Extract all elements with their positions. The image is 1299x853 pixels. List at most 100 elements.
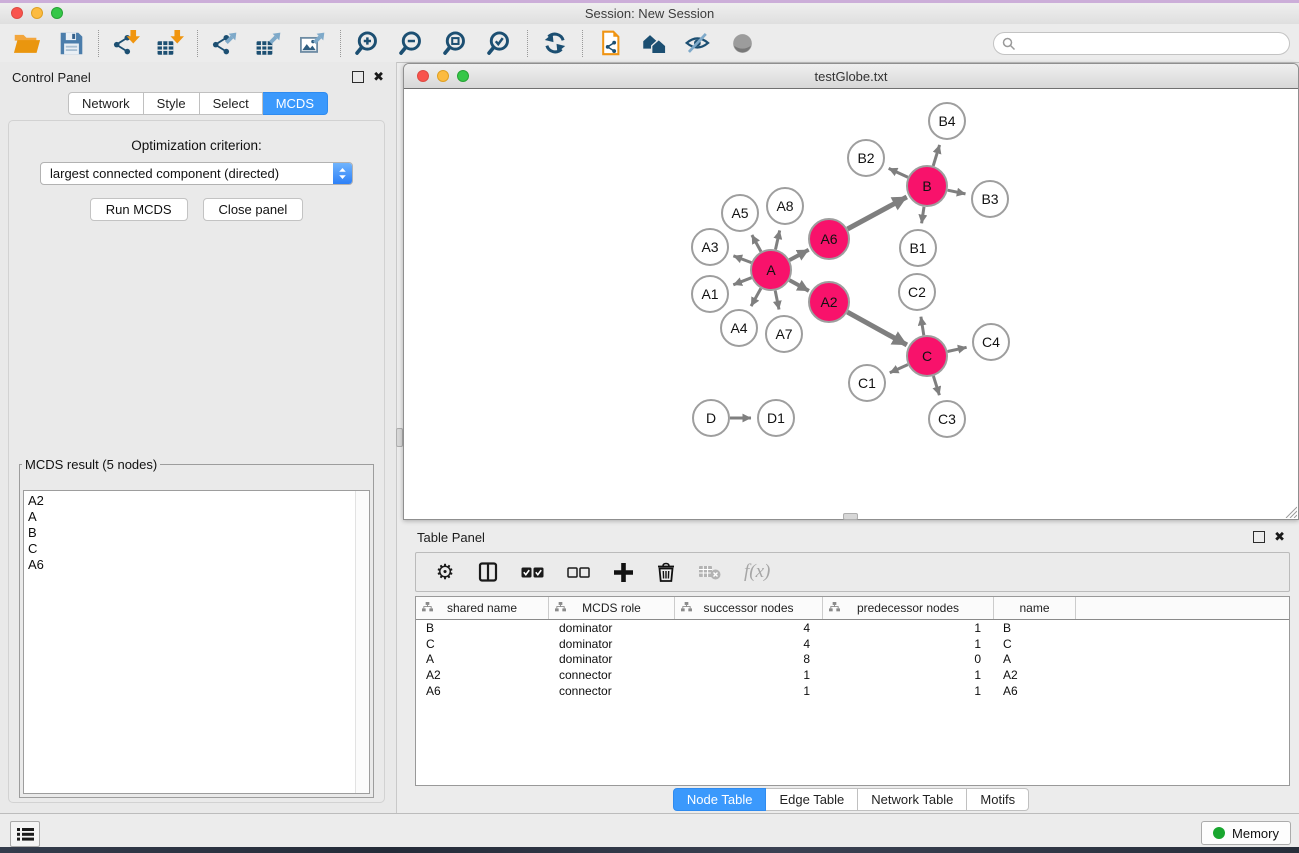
list-scrollbar-track[interactable] (355, 491, 369, 793)
tab-mcds[interactable]: MCDS (263, 92, 328, 115)
graph-node-B3[interactable]: B3 (972, 181, 1008, 217)
graph-node-C[interactable]: C (907, 336, 947, 376)
table-row[interactable]: Bdominator41B (416, 620, 1289, 636)
zoom-out-icon[interactable] (396, 27, 428, 59)
graph-node-C1[interactable]: C1 (849, 365, 885, 401)
graph-edge-A-A5[interactable] (752, 235, 761, 252)
show-all-eye-icon[interactable] (726, 27, 758, 59)
graph-node-A6[interactable]: A6 (809, 219, 849, 259)
export-table-icon[interactable] (253, 27, 285, 59)
run-mcds-button[interactable]: Run MCDS (90, 198, 188, 221)
graph-edge-A-A1[interactable] (733, 278, 751, 285)
column-header-successor-nodes[interactable]: successor nodes (675, 597, 823, 619)
horizontal-splitter-handle[interactable] (843, 513, 858, 520)
tab-select[interactable]: Select (200, 92, 263, 115)
clone-network-icon[interactable] (594, 27, 626, 59)
graph-node-C2[interactable]: C2 (899, 274, 935, 310)
graph-node-B[interactable]: B (907, 166, 947, 206)
zoom-fit-icon[interactable] (440, 27, 472, 59)
optimization-criterion-select[interactable]: largest connected component (directed) (40, 162, 353, 185)
save-session-icon[interactable] (55, 27, 87, 59)
refresh-view-icon[interactable] (539, 27, 571, 59)
mcds-result-item[interactable]: B (28, 525, 351, 541)
graph-edge-B-B1[interactable] (922, 207, 924, 224)
column-header-MCDS-role[interactable]: MCDS role (549, 597, 675, 619)
mcds-result-item[interactable]: A6 (28, 557, 351, 573)
table-row[interactable]: Adominator80A (416, 651, 1289, 667)
graph-edge-B-B4[interactable] (933, 145, 939, 166)
graph-node-A2[interactable]: A2 (809, 282, 849, 322)
graph-node-B2[interactable]: B2 (848, 140, 884, 176)
task-history-button[interactable] (10, 821, 40, 847)
float-table-panel-icon[interactable] (1253, 531, 1265, 543)
tab-network[interactable]: Network (68, 92, 144, 115)
export-image-icon[interactable] (297, 27, 329, 59)
graph-edge-A-A3[interactable] (733, 256, 751, 263)
mcds-result-item[interactable]: A (28, 509, 351, 525)
tab-network-table[interactable]: Network Table (858, 788, 967, 811)
import-table-icon[interactable] (154, 27, 186, 59)
graph-edge-C-C4[interactable] (948, 347, 967, 351)
graph-edge-A2-C[interactable] (847, 312, 907, 345)
column-header-predecessor-nodes[interactable]: predecessor nodes (823, 597, 994, 619)
tab-node-table[interactable]: Node Table (673, 788, 767, 811)
window-resize-grip[interactable] (1284, 505, 1297, 518)
graph-edge-A-A2[interactable] (789, 280, 809, 291)
graph-node-A1[interactable]: A1 (692, 276, 728, 312)
import-network-icon[interactable] (110, 27, 142, 59)
graph-node-A[interactable]: A (751, 250, 791, 290)
table-row[interactable]: A6connector11A6 (416, 683, 1289, 699)
network-window-maximize-light[interactable] (457, 70, 469, 82)
export-network-icon[interactable] (209, 27, 241, 59)
graph-node-A7[interactable]: A7 (766, 316, 802, 352)
close-panel-button[interactable]: Close panel (203, 198, 304, 221)
graph-edge-A-A8[interactable] (776, 230, 780, 249)
graph-node-D[interactable]: D (693, 400, 729, 436)
graph-edge-C-C2[interactable] (921, 317, 924, 336)
graph-node-B1[interactable]: B1 (900, 230, 936, 266)
open-file-icon[interactable] (11, 27, 43, 59)
graph-edge-A-A7[interactable] (775, 291, 779, 310)
zoom-in-icon[interactable] (352, 27, 384, 59)
table-options-gear-icon[interactable]: ⚙ (435, 560, 455, 584)
table-row[interactable]: Cdominator41C (416, 636, 1289, 652)
graph-node-A4[interactable]: A4 (721, 310, 757, 346)
graph-edge-B-B3[interactable] (948, 190, 966, 194)
hide-selected-eye-icon[interactable] (682, 27, 714, 59)
first-neighbors-icon[interactable] (638, 27, 670, 59)
column-header-name[interactable]: name (994, 597, 1076, 619)
unselect-all-icon[interactable] (567, 560, 590, 584)
tab-motifs[interactable]: Motifs (967, 788, 1029, 811)
graph-node-A8[interactable]: A8 (767, 188, 803, 224)
graph-edge-C-C1[interactable] (890, 365, 908, 373)
graph-edge-A-A6[interactable] (790, 250, 809, 260)
show-columns-icon[interactable] (478, 560, 498, 584)
network-window-close-light[interactable] (417, 70, 429, 82)
graph-node-B4[interactable]: B4 (929, 103, 965, 139)
graph-edge-A-A4[interactable] (751, 288, 761, 306)
float-panel-icon[interactable] (352, 71, 364, 83)
close-panel-icon[interactable]: ✖ (373, 72, 384, 82)
graph-edge-B-B2[interactable] (889, 168, 908, 177)
column-header-shared-name[interactable]: shared name (416, 597, 549, 619)
search-input[interactable] (993, 32, 1290, 55)
tab-edge-table[interactable]: Edge Table (766, 788, 858, 811)
delete-column-trash-icon[interactable] (656, 560, 676, 584)
mcds-result-item[interactable]: A2 (28, 493, 351, 509)
graph-edge-C-C3[interactable] (933, 376, 939, 395)
close-table-panel-icon[interactable]: ✖ (1274, 532, 1285, 542)
select-all-icon[interactable] (521, 560, 544, 584)
network-window-minimize-light[interactable] (437, 70, 449, 82)
mcds-result-item[interactable]: C (28, 541, 351, 557)
table-row[interactable]: A2connector11A2 (416, 667, 1289, 683)
graph-node-C4[interactable]: C4 (973, 324, 1009, 360)
create-column-plus-icon[interactable] (613, 560, 633, 584)
graph-node-A5[interactable]: A5 (722, 195, 758, 231)
graph-node-D1[interactable]: D1 (758, 400, 794, 436)
zoom-selected-icon[interactable] (484, 27, 516, 59)
vertical-splitter-handle[interactable] (396, 428, 403, 447)
graph-node-A3[interactable]: A3 (692, 229, 728, 265)
network-canvas[interactable]: A B C A1 A2 A3 A4 A5 A6 A7 A8 B1 B2 B3 B4 C1 C2 C3 C4 D D1 (404, 89, 1298, 519)
memory-button[interactable]: Memory (1201, 821, 1291, 845)
graph-node-C3[interactable]: C3 (929, 401, 965, 437)
